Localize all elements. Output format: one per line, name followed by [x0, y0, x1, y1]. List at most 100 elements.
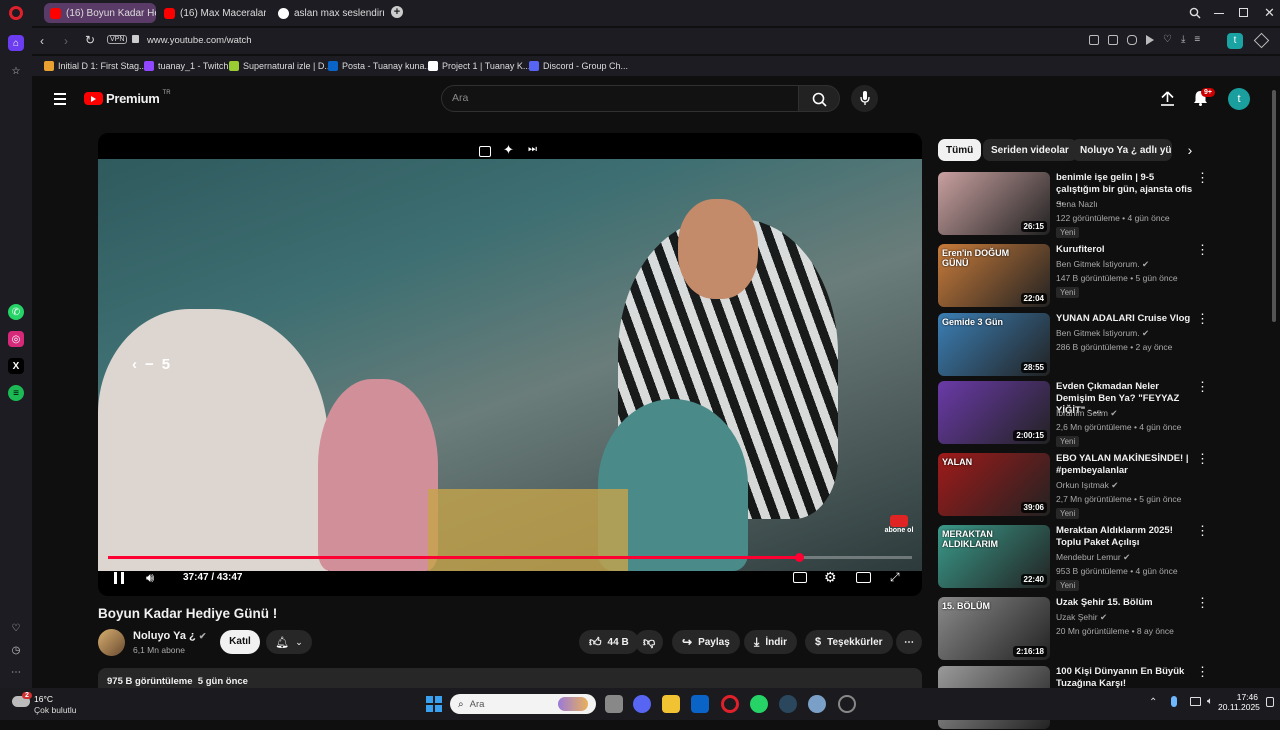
- chip-channel[interactable]: Noluyo Ya ¿ adlı yükle: [1072, 139, 1172, 161]
- sparkle-icon[interactable]: ✦: [503, 142, 514, 158]
- spotify-icon[interactable]: ≡: [8, 385, 24, 401]
- download-icon[interactable]: ⤓: [1181, 35, 1185, 45]
- more-icon[interactable]: ⋯: [8, 664, 24, 680]
- opera-taskbar-icon[interactable]: [721, 695, 739, 713]
- recommendation-title[interactable]: 100 Kişi Dünyanın En Büyük Tuzağına Karş…: [1056, 666, 1196, 690]
- recommendation-item[interactable]: MERAKTAN ALDIKLARIM 22:40 Meraktan Aldıkla…: [938, 524, 1218, 591]
- more-vertical-icon[interactable]: ⋮: [1196, 452, 1209, 465]
- settings-taskbar-icon[interactable]: [808, 695, 826, 713]
- join-button[interactable]: Katıl: [220, 630, 260, 654]
- pause-button[interactable]: [114, 572, 124, 584]
- clock[interactable]: 17:46 20.11.2025: [1218, 692, 1260, 712]
- recommendation-channel[interactable]: Mendebur Lemur ✔: [1056, 552, 1130, 563]
- pin-icon[interactable]: ☆: [8, 63, 24, 79]
- taskbar-search[interactable]: ⌕ Ara: [450, 694, 596, 714]
- download-button[interactable]: ⤓ İndir: [744, 630, 797, 654]
- captions-icon[interactable]: [793, 572, 807, 583]
- thanks-button[interactable]: $ Teşekkürler: [805, 630, 893, 654]
- video-thumbnail[interactable]: YALAN 39:06: [938, 453, 1050, 516]
- whatsapp-taskbar-icon[interactable]: [750, 695, 768, 713]
- channel-watermark[interactable]: abone ol: [884, 515, 914, 535]
- weather-widget[interactable]: 2 16°C Çok bulutlu: [12, 692, 92, 716]
- discord-taskbar-icon[interactable]: [633, 695, 651, 713]
- play-icon[interactable]: [1146, 35, 1154, 45]
- recommendation-channel[interactable]: İbrahim Selim ✔: [1056, 408, 1117, 419]
- bookmark-item[interactable]: Supernatural izle | D...: [229, 59, 332, 73]
- opera-gx-taskbar-icon[interactable]: [838, 695, 856, 713]
- tab-active[interactable]: (16) Boyun Kadar Hed: [44, 3, 156, 23]
- recommendation-channel[interactable]: Orkun Işıtmak ✔: [1056, 480, 1118, 491]
- recommendation-title[interactable]: Uzak Şehir 15. Bölüm: [1056, 597, 1196, 609]
- recommendation-title[interactable]: Meraktan Aldıklarım 2025! Toplu Paket Aç…: [1056, 525, 1196, 549]
- opera-logo-icon[interactable]: [9, 6, 23, 20]
- like-button[interactable]: 👍︎ 44 B: [579, 630, 639, 654]
- steam-taskbar-icon[interactable]: [779, 695, 797, 713]
- fullscreen-icon[interactable]: ⤢: [890, 570, 900, 585]
- tray-chevron-icon[interactable]: ⌃: [1149, 697, 1157, 708]
- tab[interactable]: (16) Max Maceraları: Atla: [158, 3, 266, 23]
- video-player[interactable]: abone ol ✦ ⏭ ‹ − 5 🔊︎ 37:47 / 43:47 ⚙ ⤢: [98, 133, 922, 596]
- channel-name[interactable]: Noluyo Ya ¿ ✔: [133, 630, 206, 642]
- vpn-badge[interactable]: VPN: [107, 35, 128, 44]
- forward-button[interactable]: ›: [64, 34, 68, 48]
- reload-button[interactable]: ↻: [85, 33, 95, 47]
- minimize-button[interactable]: [1214, 13, 1224, 14]
- windows-start-icon[interactable]: [426, 696, 442, 712]
- edit-icon[interactable]: [1089, 35, 1099, 45]
- recommendation-item[interactable]: 2:00:15 Evden Çıkmadan Neler Demişim Ben …: [938, 380, 1218, 447]
- more-vertical-icon[interactable]: ⋮: [1196, 243, 1209, 256]
- whatsapp-icon[interactable]: ✆: [8, 304, 24, 320]
- recommendation-item[interactable]: Gemide 3 Gün 28:55 YUNAN ADALARI Cruise Vl…: [938, 312, 1218, 377]
- video-thumbnail[interactable]: 15. BÖLÜM 2:16:18: [938, 597, 1050, 660]
- chip-series[interactable]: Seriden videolar: [983, 139, 1077, 161]
- recommendation-item[interactable]: 26:15 benimle işe gelin | 9-5 çalıştığım …: [938, 171, 1218, 238]
- more-vertical-icon[interactable]: ⋮: [1196, 171, 1209, 184]
- network-icon[interactable]: [1190, 697, 1201, 706]
- instagram-icon[interactable]: ◎: [8, 331, 24, 347]
- tab[interactable]: aslan max seslendirme - G: [272, 3, 384, 23]
- search-input[interactable]: Ara: [441, 85, 799, 112]
- video-thumbnail[interactable]: Gemide 3 Gün 28:55: [938, 313, 1050, 376]
- heart-icon[interactable]: ♡: [8, 620, 24, 636]
- page-scrollbar[interactable]: [1272, 90, 1276, 322]
- heart-icon[interactable]: ♡: [1163, 35, 1172, 45]
- notifications-button[interactable]: 9+: [1193, 88, 1215, 106]
- share-button[interactable]: ↪ Paylaş: [672, 630, 740, 654]
- url-field[interactable]: www.youtube.com/watch: [147, 35, 252, 46]
- recommendation-title[interactable]: Kurufiterol: [1056, 244, 1196, 256]
- shield-icon[interactable]: [1127, 35, 1137, 45]
- notification-bell-button[interactable]: 🔔︎ ⌄: [266, 630, 312, 654]
- new-tab-button[interactable]: +: [391, 6, 403, 18]
- file-explorer-icon[interactable]: [662, 695, 680, 713]
- extensions-icon[interactable]: [1253, 32, 1270, 49]
- home-icon[interactable]: ⌂: [8, 35, 24, 51]
- bookmark-item[interactable]: Posta - Tuanay kuna...: [328, 59, 432, 73]
- video-thumbnail[interactable]: 2:00:15: [938, 381, 1050, 444]
- recommendation-title[interactable]: EBO YALAN MAKİNESİNDE! | #pembeyalanlar: [1056, 453, 1196, 477]
- back-button[interactable]: ‹: [40, 34, 44, 48]
- upload-icon[interactable]: [1161, 91, 1174, 106]
- skip-icon[interactable]: ⏭: [528, 144, 537, 155]
- chip-all[interactable]: Tümü: [938, 139, 982, 161]
- bookmark-item[interactable]: Discord - Group Ch...: [529, 59, 628, 73]
- recommendation-channel[interactable]: Ben Gitmek İstiyorum. ✔: [1056, 328, 1149, 339]
- bookmark-item[interactable]: Initial D 1: First Stag...: [44, 59, 147, 73]
- bookmark-item[interactable]: Project 1 | Tuanay K...: [428, 59, 530, 73]
- history-icon[interactable]: ◷: [8, 642, 24, 658]
- recommendation-channel[interactable]: Sena Nazlı: [1056, 199, 1098, 209]
- close-button[interactable]: ✕: [1264, 6, 1275, 19]
- more-vertical-icon[interactable]: ⋮: [1196, 665, 1209, 678]
- task-view-icon[interactable]: [605, 695, 623, 713]
- volume-icon[interactable]: 🔊︎: [146, 570, 154, 586]
- channel-avatar[interactable]: [98, 629, 125, 656]
- recommendation-item[interactable]: Eren'in DOĞUM GÜNÜ 22:04 Kurufiterol ⋮ Ben G…: [938, 243, 1218, 308]
- dislike-button[interactable]: 👎︎: [635, 630, 664, 654]
- outlook-taskbar-icon[interactable]: [691, 695, 709, 713]
- recommendation-item[interactable]: 15. BÖLÜM 2:16:18 Uzak Şehir 15. Bölüm ⋮ Uza…: [938, 596, 1218, 661]
- hamburger-menu-icon[interactable]: [54, 93, 66, 105]
- camera-icon[interactable]: [1108, 35, 1118, 45]
- video-thumbnail[interactable]: 26:15: [938, 172, 1050, 235]
- more-vertical-icon[interactable]: ⋮: [1196, 596, 1209, 609]
- video-thumbnail[interactable]: Eren'in DOĞUM GÜNÜ 22:04: [938, 244, 1050, 307]
- speaker-icon[interactable]: 🔈︎: [1207, 696, 1213, 707]
